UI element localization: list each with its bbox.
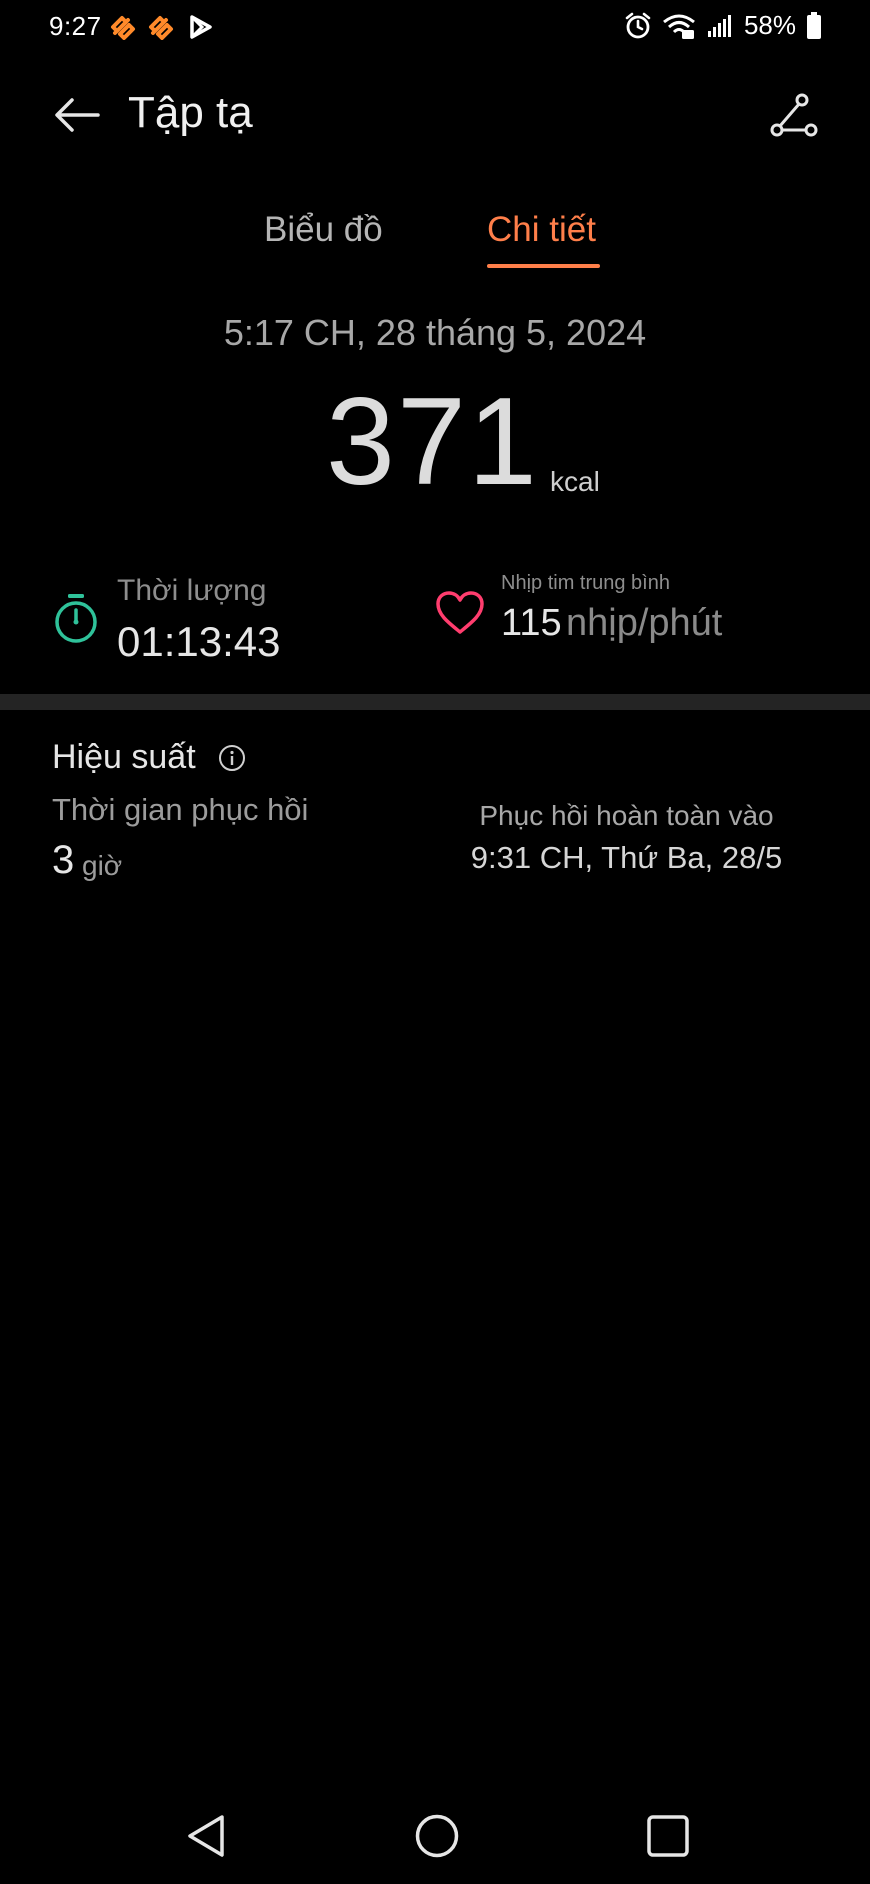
- nav-recents-button[interactable]: [638, 1806, 698, 1866]
- back-triangle-icon: [188, 1815, 224, 1857]
- recents-square-icon: [647, 1815, 689, 1857]
- app-notification-icon: [149, 16, 173, 40]
- info-icon[interactable]: [218, 744, 246, 772]
- section-divider: [0, 694, 870, 710]
- wifi-icon: [663, 14, 695, 39]
- heart-icon: [436, 591, 484, 634]
- battery-percent: 58%: [743, 10, 796, 40]
- recovery-time-value: 3: [52, 838, 75, 882]
- tab-chart[interactable]: Biểu đồ: [264, 210, 383, 250]
- heart-rate-value: 115: [501, 602, 562, 644]
- tab-detail[interactable]: Chi tiết: [487, 210, 596, 250]
- duration-label: Thời lượng: [117, 574, 267, 607]
- signal-icon: [707, 14, 731, 37]
- calories-value: 371: [326, 373, 539, 511]
- full-recovery-label: Phục hồi hoàn toàn vào: [479, 800, 774, 831]
- heart-rate-label: Nhịp tim trung bình: [501, 572, 670, 594]
- calories-unit: kcal: [550, 466, 600, 497]
- page-title: Tập tạ: [128, 88, 253, 137]
- back-arrow-icon: [55, 98, 100, 132]
- heart-rate-unit: nhịp/phút: [566, 602, 723, 644]
- recovery-time-unit: giờ: [82, 850, 123, 881]
- full-recovery-value: 9:31 CH, Thứ Ba, 28/5: [470, 840, 783, 875]
- play-store-icon: [190, 15, 212, 39]
- alarm-icon: [625, 12, 651, 38]
- duration-value: 01:13:43: [117, 618, 281, 665]
- nav-home-button[interactable]: [407, 1806, 467, 1866]
- home-circle-icon: [415, 1814, 459, 1858]
- app-notification-icon: [111, 16, 135, 40]
- route-button[interactable]: [764, 88, 824, 144]
- battery-icon: [807, 11, 821, 39]
- active-tab-indicator: [487, 264, 600, 268]
- recovery-time-label: Thời gian phục hồi: [52, 792, 309, 827]
- performance-title: Hiệu suất: [52, 738, 196, 776]
- workout-datetime: 5:17 CH, 28 tháng 5, 2024: [223, 312, 647, 353]
- status-icons: 58%: [624, 10, 822, 41]
- status-time: 9:27: [49, 11, 102, 41]
- nav-back-button[interactable]: [176, 1806, 236, 1866]
- stopwatch-icon: [55, 594, 97, 643]
- back-button[interactable]: [50, 88, 104, 142]
- route-icon: [770, 93, 818, 137]
- status-bar: 9:27 58%: [0, 0, 870, 56]
